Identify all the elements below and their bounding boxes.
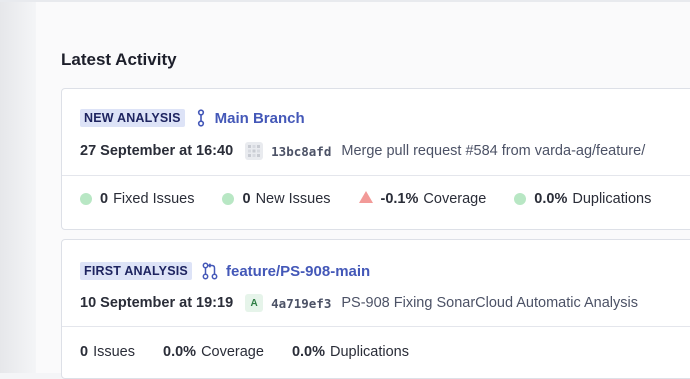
metric-label: Fixed Issues [113,191,195,207]
branch-link[interactable]: Main Branch [215,110,305,127]
sidebar-shadow [0,0,36,373]
metric-label: Duplications [572,191,652,207]
metric-issues[interactable]: 0 Issues [80,344,135,360]
metric-value: 0 [100,191,109,207]
metric-duplications[interactable]: 0.0% Duplications [292,344,409,360]
green-dot-icon [80,193,92,205]
metric-value: 0.0% [163,344,197,360]
commit-hash[interactable]: 4a719ef3 [271,296,331,311]
metric-fixed-issues[interactable]: 0 Fixed Issues [80,191,194,207]
metric-value: -0.1% [380,191,419,207]
branch-link[interactable]: feature/PS-908-main [226,263,370,280]
activity-card: NEW ANALYSIS Main Branch 27 September at… [61,88,690,230]
metric-label: Coverage [423,191,487,207]
metric-duplications[interactable]: 0.0% Duplications [514,191,651,207]
commit-message: Merge pull request #584 from varda-ag/fe… [341,143,646,159]
pull-request-icon [202,262,218,280]
commit-message: PS-908 Fixing SonarCloud Automatic Analy… [341,295,638,311]
metric-value: 0.0% [291,344,325,360]
metric-label: Issues [93,344,135,360]
activity-card: FIRST ANALYSIS feature/PS-908-main 10 Se… [61,239,690,379]
metric-label: New Issues [255,191,331,207]
analysis-badge: NEW ANALYSIS [80,109,185,127]
analysis-date: 27 September at 16:40 [80,143,234,159]
divider [62,326,690,327]
metric-value: 0 [80,344,89,360]
author-avatar: A [245,294,264,312]
metric-new-issues[interactable]: 0 New Issues [222,191,331,207]
red-triangle-icon [358,191,373,207]
analysis-date: 10 September at 19:19 [80,295,234,311]
metric-value: 0.0% [534,191,568,207]
metric-value: 0 [242,191,251,207]
green-dot-icon [222,193,235,205]
metric-label: Duplications [330,344,409,360]
commit-hash[interactable]: 13bc8afd [271,144,331,159]
main-branch-icon [195,109,207,127]
metric-coverage[interactable]: 0.0% Coverage [163,344,264,360]
author-avatar [245,142,264,160]
metric-label: Coverage [201,344,264,360]
analysis-badge: FIRST ANALYSIS [80,262,192,280]
divider [62,175,690,176]
section-title: Latest Activity [61,50,177,69]
green-dot-icon [514,193,527,205]
top-border [0,0,690,2]
metric-coverage[interactable]: -0.1% Coverage [358,191,487,207]
